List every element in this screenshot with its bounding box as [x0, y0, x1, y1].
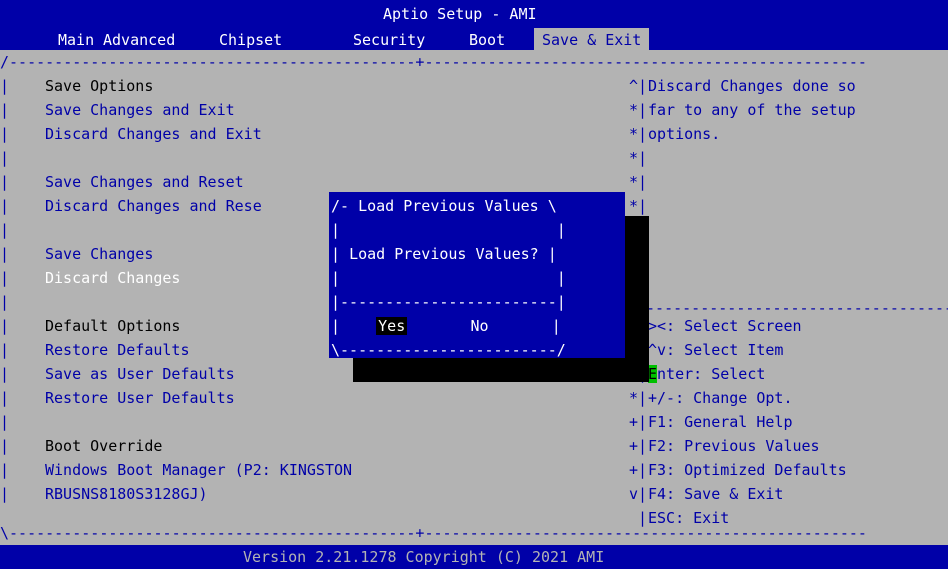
menu-item-discard-changes-selected[interactable]: Discard Changes	[45, 266, 180, 290]
help-text-line3: options.	[648, 125, 721, 143]
load-previous-values-dialog: /- Load Previous Values \ | | | Load Pre…	[329, 192, 625, 359]
key-help-enter: Enter: Select	[648, 362, 765, 386]
dialog-border-row: | |	[331, 221, 566, 239]
menu-item-restore-defaults[interactable]: Restore Defaults	[45, 338, 190, 362]
section-title-save-options: Save Options	[45, 77, 154, 95]
key-help-change-opt: +/-: Change Opt.	[648, 389, 793, 407]
footer-version: Version 2.21.1278 Copyright (C) 2021 AMI	[243, 548, 605, 566]
tab-advanced[interactable]: Advanced	[103, 28, 175, 52]
dialog-message: Load Previous Values?	[349, 245, 539, 263]
section-title-boot-override: Boot Override	[45, 437, 163, 455]
menu-item-save-changes-and-exit[interactable]: Save Changes and Exit	[45, 98, 235, 122]
scrollbar-column[interactable]: ^| *| *| *| *| *| | | | | | | | *| +| +|…	[629, 74, 647, 527]
tab-boot[interactable]: Boot	[469, 28, 505, 52]
dialog-buttons-row: | Yes No |	[331, 317, 561, 335]
dialog-bottom-border: \------------------------/	[331, 341, 566, 359]
dialog-title: Load Previous Values	[358, 197, 539, 215]
key-help-save-exit: F4: Save & Exit	[648, 485, 784, 503]
help-text-line1: Discard Changes done so	[648, 77, 856, 95]
section-title-default-options: Default Options	[45, 317, 181, 335]
key-help-previous-values: F2: Previous Values	[648, 437, 820, 455]
menu-item-save-changes-and-reset[interactable]: Save Changes and Reset	[45, 170, 244, 194]
dialog-title-row: /- Load Previous Values \	[331, 197, 557, 215]
menu-item-boot-device-line2[interactable]: RBUSNS8180S3128GJ)	[45, 482, 208, 506]
app-title: Aptio Setup - AMI	[383, 5, 537, 23]
dialog-border-row2: | |	[331, 269, 566, 287]
key-help-general-help: F1: General Help	[648, 413, 793, 431]
tab-save-exit[interactable]: Save & Exit	[534, 28, 650, 52]
key-help-select-item: ^v: Select Item	[648, 341, 784, 359]
menu-item-save-as-user-defaults[interactable]: Save as User Defaults	[45, 362, 235, 386]
tab-chipset[interactable]: Chipset	[219, 28, 282, 52]
frame-top: /---------------------------------------…	[0, 53, 867, 71]
yes-button[interactable]: Yes	[376, 317, 408, 335]
menu-item-boot-device-line1[interactable]: Windows Boot Manager (P2: KINGSTON	[45, 458, 352, 482]
key-help-optimized-defaults: F3: Optimized Defaults	[648, 461, 847, 479]
menu-item-discard-changes-and-reset[interactable]: Discard Changes and Rese	[45, 194, 262, 218]
frame-bottom: \---------------------------------------…	[0, 524, 867, 542]
key-help-esc-exit: ESC: Exit	[648, 509, 730, 527]
menu-item-restore-user-defaults[interactable]: Restore User Defaults	[45, 386, 235, 410]
key-help-select-screen: ><: Select Screen	[648, 317, 802, 335]
bios-screen: Aptio Setup - AMI Main Advanced Chipset …	[0, 0, 948, 569]
left-border: | | | | | | | | | | | | | | | | | |	[0, 77, 10, 503]
tab-main[interactable]: Main	[58, 28, 94, 52]
tab-security[interactable]: Security	[353, 28, 425, 52]
menu-item-discard-changes-and-exit[interactable]: Discard Changes and Exit	[45, 122, 262, 146]
menu-item-save-changes[interactable]: Save Changes	[45, 242, 153, 266]
key-help-enter-text: nter: Select	[657, 365, 766, 383]
dialog-divider: |------------------------|	[331, 293, 566, 311]
enter-key-highlight: E	[648, 365, 658, 383]
dialog-message-row: | Load Previous Values? |	[331, 245, 557, 263]
help-text-line2: far to any of the setup	[648, 101, 856, 119]
no-button[interactable]: No	[470, 317, 488, 335]
